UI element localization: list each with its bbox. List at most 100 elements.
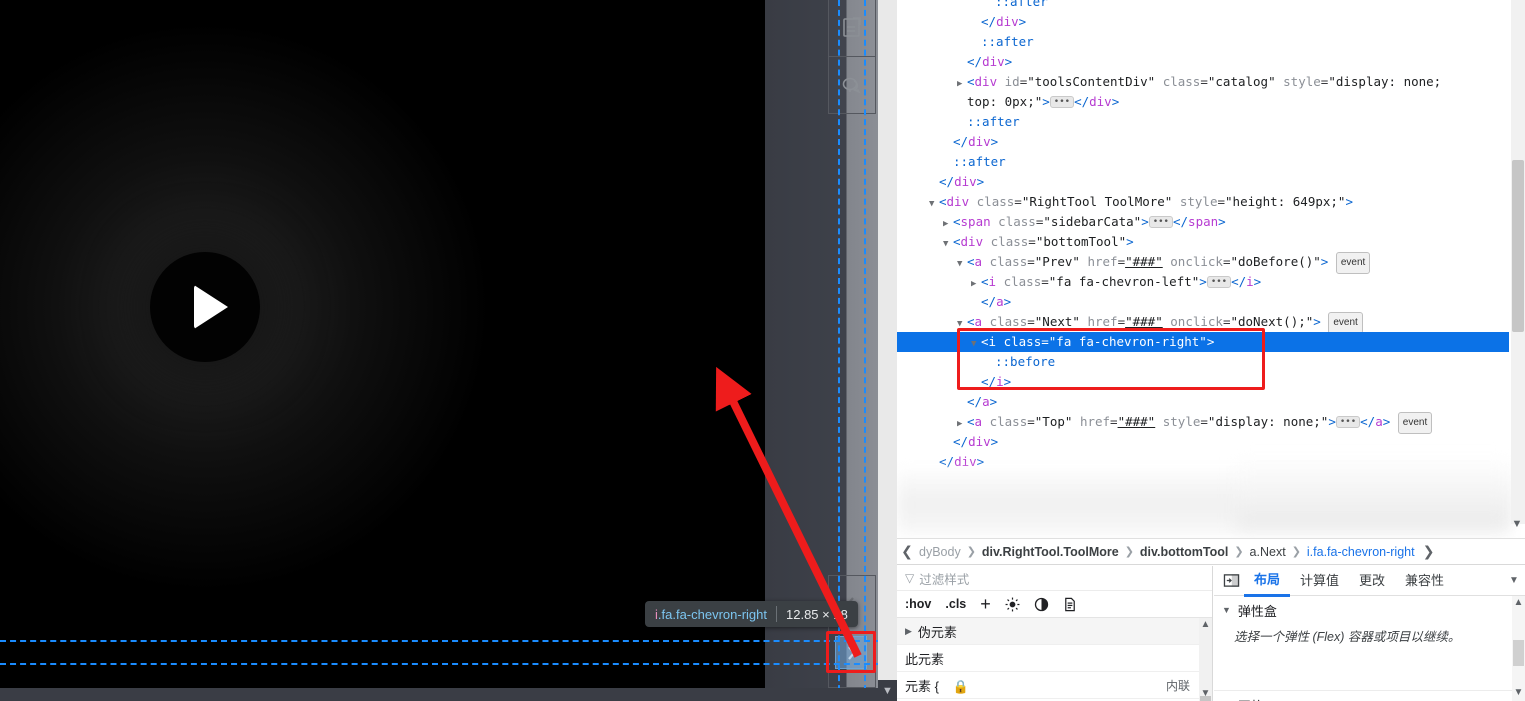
dom-node[interactable]: </div> <box>897 172 1509 192</box>
styles-row-pseudo[interactable]: ▶ 伪元素 <box>897 618 1212 645</box>
video-stage[interactable] <box>0 0 765 688</box>
chevron-down-icon[interactable]: ▼ <box>1222 605 1231 615</box>
styles-filter-placeholder: 过滤样式 <box>919 572 970 587</box>
styles-filter-row[interactable]: ▽ 过滤样式 <box>897 566 1212 591</box>
annotation-box-dom <box>957 328 1265 390</box>
chevron-down-icon[interactable]: ▼ <box>1509 513 1525 535</box>
guide-line-horizontal-top <box>0 640 880 642</box>
dom-node[interactable]: ::after <box>897 0 1509 12</box>
breadcrumb-item-0[interactable]: dyBody <box>917 545 963 559</box>
tab-computed[interactable]: 计算值 <box>1290 566 1349 595</box>
tooltip-divider <box>776 606 777 622</box>
layout-section-title: 网格 <box>1238 696 1264 701</box>
dom-node[interactable]: ▶ <span class="sidebarCata"> ••• </span> <box>897 212 1509 232</box>
dom-node[interactable]: ▶ <div id="toolsContentDiv" class="catalo… <box>897 72 1509 92</box>
twisty-icon[interactable]: ▼ <box>943 234 953 254</box>
chevron-up-icon[interactable]: ▲ <box>1512 596 1525 610</box>
guide-line-horizontal-bottom <box>0 663 880 665</box>
twisty-icon[interactable]: ▶ <box>957 414 967 434</box>
toggle-panel-icon[interactable] <box>1218 573 1244 588</box>
tooltip-dimensions: 12.85 × 18 <box>786 606 848 622</box>
chevron-down-icon[interactable]: ▼ <box>1199 687 1212 701</box>
element-size-tooltip: i.fa.fa-chevron-right 12.85 × 18 <box>645 601 858 627</box>
tab-changes[interactable]: 更改 <box>1349 566 1395 595</box>
styles-row-element-rule[interactable]: 元素 { 🔒 内联 <box>897 672 1212 699</box>
chat-bubble-icon[interactable] <box>829 56 875 113</box>
screen: i.fa.fa-chevron-right 12.85 × 18 ▼ ::aft… <box>0 0 1525 701</box>
twisty-icon[interactable]: ▶ <box>943 214 953 234</box>
dom-node[interactable]: </div> <box>897 12 1509 32</box>
tab-layout[interactable]: 布局 <box>1244 565 1291 597</box>
dom-node[interactable]: </a> <box>897 392 1509 412</box>
dom-node[interactable]: </a> <box>897 292 1509 312</box>
document-icon[interactable] <box>1063 597 1077 612</box>
dom-node[interactable]: </div> <box>897 432 1509 452</box>
styles-pane: ▽ 过滤样式 :hov .cls + ▶ 伪元素 此元素 元素 {🔒 内联 ▲… <box>897 566 1213 701</box>
dom-scrollbar-track[interactable] <box>1511 0 1525 524</box>
styles-row-label: 元素 { <box>905 678 939 694</box>
page-viewport <box>0 0 765 688</box>
guide-line-vertical-right <box>864 0 866 701</box>
twisty-icon[interactable]: ▶ <box>957 74 967 94</box>
chevron-down-icon[interactable]: ▼ <box>1503 575 1525 586</box>
twisty-icon[interactable]: ▼ <box>957 254 967 274</box>
page-bottom-bar <box>0 688 878 701</box>
breadcrumb-separator: ❯ <box>1234 546 1244 558</box>
dom-node[interactable]: </div> <box>897 52 1509 72</box>
breadcrumb-separator: ❯ <box>966 546 976 558</box>
breadcrumb: ❮ dyBody ❯ div.RightTool.ToolMore ❯ div.… <box>897 538 1525 565</box>
contrast-icon[interactable] <box>1034 597 1049 612</box>
dom-node[interactable]: ▼ <a class="Prev" href="###" onclick="doB… <box>897 252 1509 274</box>
tab-compatibility[interactable]: 兼容性 <box>1395 566 1454 595</box>
layout-tab-bar: 布局 计算值 更改 兼容性 ▼ <box>1214 565 1525 597</box>
layout-section-title: 弹性盒 <box>1237 603 1277 619</box>
dom-node[interactable]: top: 0px;"> ••• </div> <box>897 92 1509 112</box>
viewport-scrollbar[interactable] <box>878 0 897 701</box>
breadcrumb-separator: ❯ <box>1291 546 1301 558</box>
layout-scrollbar-thumb[interactable] <box>1513 640 1524 666</box>
styles-row-label: 此元素 <box>905 651 945 667</box>
dom-node[interactable]: </div> <box>897 132 1509 152</box>
play-icon[interactable] <box>150 252 260 362</box>
breadcrumb-item-3[interactable]: a.Next <box>1248 545 1288 559</box>
breadcrumb-item-2[interactable]: div.bottomTool <box>1138 545 1230 559</box>
redacted-region-2 <box>1237 462 1509 528</box>
dom-node[interactable]: ▶ <a class="Top" href="###" style="displa… <box>897 412 1509 434</box>
styles-row-this-element[interactable]: 此元素 <box>897 645 1212 672</box>
dom-node[interactable]: ::after <box>897 112 1509 132</box>
dom-node[interactable]: ::after <box>897 152 1509 172</box>
lock-icon: 🔒 <box>952 678 969 694</box>
chevron-down-icon[interactable]: ▼ <box>878 680 897 701</box>
layout-section-flexbox[interactable]: ▼ 弹性盒 <box>1214 596 1525 624</box>
breadcrumb-item-4[interactable]: i.fa.fa-chevron-right <box>1305 545 1417 559</box>
styles-row-label: 伪元素 <box>917 624 957 640</box>
styles-tools-row: :hov .cls + <box>897 591 1212 618</box>
twisty-icon[interactable]: ▶ <box>971 274 981 294</box>
sun-icon[interactable] <box>1005 597 1020 612</box>
dom-node[interactable]: ▶ <i class="fa fa-chevron-left"> ••• </i> <box>897 272 1509 292</box>
hov-toggle[interactable]: :hov <box>905 597 931 611</box>
dom-node[interactable]: ::after <box>897 32 1509 52</box>
dom-node[interactable]: ▼ <div class="bottomTool"> <box>897 232 1509 252</box>
note-edit-icon[interactable] <box>829 0 875 56</box>
flexbox-empty-message: 选择一个弹性 (Flex) 容器或项目以继续。 <box>1234 630 1461 644</box>
chevron-up-icon[interactable]: ▲ <box>1199 618 1212 632</box>
layout-pane: 布局 计算值 更改 兼容性 ▼ ▼ 弹性盒 选择一个弹性 (Flex) 容器或项… <box>1214 566 1525 701</box>
dom-tree-panel[interactable]: ::after </div>::after </div> ▶ <div id="tool… <box>897 0 1525 538</box>
styles-row-source: 内联 <box>1165 678 1190 693</box>
tooltip-classes: .fa.fa-chevron-right <box>657 606 767 622</box>
dom-node[interactable]: ▼ <div class="RightTool ToolMore" style="… <box>897 192 1509 212</box>
chevron-left-icon[interactable]: ❮ <box>897 543 917 560</box>
cls-toggle[interactable]: .cls <box>945 597 966 611</box>
chevron-down-icon[interactable]: ▼ <box>1512 686 1525 700</box>
dom-scrollbar-thumb[interactable] <box>1512 160 1524 332</box>
chevron-right-icon[interactable]: ❯ <box>1419 543 1439 560</box>
play-triangle <box>193 285 228 329</box>
chevron-right-icon[interactable]: ▶ <box>905 626 912 637</box>
layout-section-grid[interactable]: ▼ 网格 <box>1214 690 1512 701</box>
breadcrumb-item-1[interactable]: div.RightTool.ToolMore <box>980 545 1121 559</box>
twisty-icon[interactable]: ▼ <box>929 194 939 214</box>
plus-icon[interactable]: + <box>980 594 991 615</box>
sidebar-cata-tools <box>828 0 876 114</box>
dom-tree-list: ::after </div>::after </div> ▶ <div id="tool… <box>897 0 1509 472</box>
